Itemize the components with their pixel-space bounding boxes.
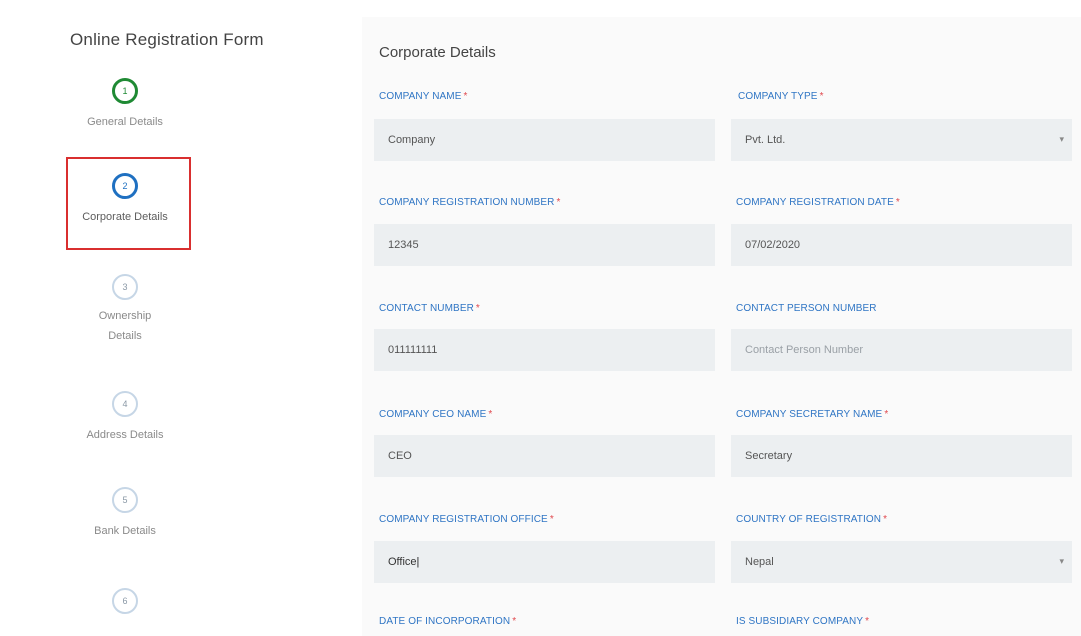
step-bank-details[interactable]: 5 Bank Details bbox=[65, 487, 185, 541]
company-name-label: COMPANY NAME * bbox=[379, 91, 468, 102]
step-label: General Details bbox=[87, 116, 163, 128]
required-mark: * bbox=[819, 91, 824, 102]
country-of-registration-label: COUNTRY OF REGISTRATION * bbox=[736, 514, 888, 525]
chevron-down-icon: ▾ bbox=[1059, 134, 1064, 144]
contact-person-number-label: CONTACT PERSON NUMBER bbox=[736, 303, 877, 314]
step-label: Bank Details bbox=[94, 525, 156, 537]
required-mark: * bbox=[883, 514, 888, 525]
step-general-details[interactable]: 1 General Details bbox=[65, 78, 185, 132]
company-type-select[interactable]: Pvt. Ltd. ▾ bbox=[731, 119, 1072, 161]
company-ceo-name-input[interactable]: CEO bbox=[374, 435, 715, 477]
step-label: Address Details bbox=[86, 429, 164, 441]
required-mark: * bbox=[865, 616, 870, 627]
step-6-circle: 6 bbox=[112, 588, 138, 614]
company-secretary-name-input[interactable]: Secretary bbox=[731, 435, 1072, 477]
required-mark: * bbox=[549, 514, 554, 525]
required-mark: * bbox=[488, 409, 493, 420]
required-mark: * bbox=[556, 197, 561, 208]
company-registration-number-label: COMPANY REGISTRATION NUMBER * bbox=[379, 197, 561, 208]
step-6[interactable]: 6 bbox=[65, 588, 185, 622]
step-address-details[interactable]: 4 Address Details bbox=[65, 391, 185, 445]
company-registration-date-label: COMPANY REGISTRATION DATE * bbox=[736, 197, 900, 208]
chevron-down-icon: ▾ bbox=[1059, 556, 1064, 566]
company-registration-office-label: COMPANY REGISTRATION OFFICE * bbox=[379, 514, 554, 525]
page-title: Online Registration Form bbox=[70, 30, 264, 49]
step-4-circle: 4 bbox=[112, 391, 138, 417]
required-mark: * bbox=[475, 303, 480, 314]
step-5-circle: 5 bbox=[112, 487, 138, 513]
company-registration-office-input[interactable]: Office | bbox=[374, 541, 715, 583]
contact-number-label: CONTACT NUMBER * bbox=[379, 303, 480, 314]
step-2-circle: 2 bbox=[112, 173, 138, 199]
required-mark: * bbox=[463, 91, 468, 102]
company-ceo-name-label: COMPANY CEO NAME * bbox=[379, 409, 493, 420]
contact-person-number-input[interactable]: Contact Person Number bbox=[731, 329, 1072, 371]
company-secretary-name-label: COMPANY SECRETARY NAME * bbox=[736, 409, 889, 420]
section-title: Corporate Details bbox=[379, 44, 496, 61]
company-type-label: COMPANY TYPE * bbox=[738, 91, 824, 102]
company-name-input[interactable]: Company bbox=[374, 119, 715, 161]
step-corporate-details[interactable]: 2 Corporate Details bbox=[65, 173, 185, 227]
step-3-circle: 3 bbox=[112, 274, 138, 300]
step-label: Corporate Details bbox=[82, 211, 168, 223]
required-mark: * bbox=[884, 409, 889, 420]
step-label: Ownership Details bbox=[98, 310, 152, 342]
company-registration-date-input[interactable]: 07/02/2020 bbox=[731, 224, 1072, 266]
contact-number-input[interactable]: 011111111 bbox=[374, 329, 715, 371]
text-cursor: | bbox=[416, 556, 420, 568]
step-1-circle: 1 bbox=[112, 78, 138, 104]
is-subsidiary-company-label: IS SUBSIDIARY COMPANY * bbox=[736, 616, 870, 627]
date-of-incorporation-label: DATE OF INCORPORATION * bbox=[379, 616, 517, 627]
step-ownership-details[interactable]: 3 Ownership Details bbox=[65, 274, 185, 346]
required-mark: * bbox=[512, 616, 517, 627]
company-registration-number-input[interactable]: 12345 bbox=[374, 224, 715, 266]
required-mark: * bbox=[895, 197, 900, 208]
country-of-registration-select[interactable]: Nepal ▾ bbox=[731, 541, 1072, 583]
